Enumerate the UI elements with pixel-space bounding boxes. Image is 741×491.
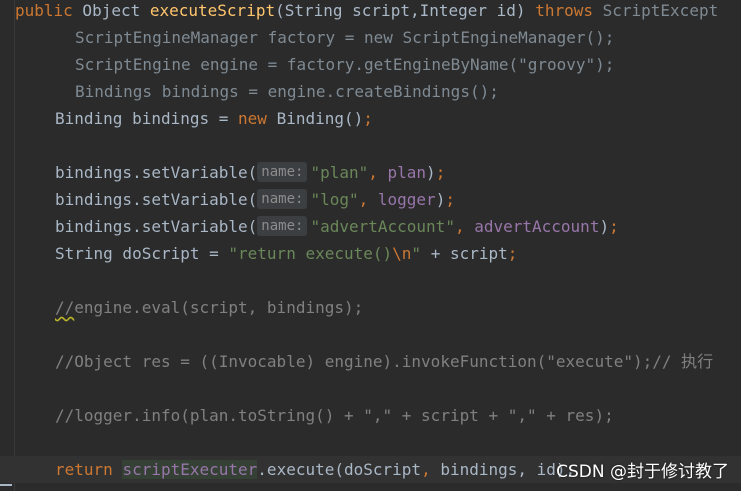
code-line-8[interactable]: bindings.setVariable(name: "advertAccount… xyxy=(0,213,741,240)
semicolon: ; xyxy=(363,109,373,128)
comma: , xyxy=(454,217,475,236)
comma: , xyxy=(368,163,388,182)
code-text: bindings.setVariable( xyxy=(55,190,258,209)
code-line-9[interactable]: String doScript = "return execute()\n" +… xyxy=(0,240,741,267)
semicolon: ; xyxy=(435,163,446,182)
closing-brace-fragment xyxy=(0,484,12,491)
method-params: (String script,Integer id) xyxy=(275,1,536,20)
comment-text: //logger.info(plan.toString() + "," + sc… xyxy=(55,406,614,425)
field-ref: plan xyxy=(387,163,427,182)
method-name: executeScript xyxy=(149,1,276,20)
semicolon: ; xyxy=(507,244,518,263)
code-text: + script xyxy=(421,244,508,263)
code-text: Binding() xyxy=(266,109,364,128)
string-literal: "log" xyxy=(310,190,359,209)
code-text: bindings xyxy=(440,460,518,479)
comma: , xyxy=(358,190,378,209)
comment-marker: // xyxy=(55,298,75,317)
keyword-throws: throws xyxy=(535,1,593,20)
param-hint: name: xyxy=(257,162,308,182)
unused-statement: ScriptEngineManager factory = new Script… xyxy=(75,28,615,47)
code-text: ) xyxy=(435,190,446,209)
exception-type: ScriptExcept xyxy=(592,1,719,20)
semicolon: ; xyxy=(609,217,619,236)
return-type: Object xyxy=(72,1,150,20)
highlighted-usage: scriptExecuter xyxy=(122,460,258,479)
code-text: ) xyxy=(599,217,610,236)
field-ref: logger xyxy=(377,190,436,209)
keyword-new: new xyxy=(238,109,267,128)
code-line-4[interactable]: Bindings bindings = engine.createBinding… xyxy=(0,78,741,105)
code-line-3[interactable]: ScriptEngine engine = factory.getEngineB… xyxy=(0,51,741,78)
escape-sequence: \n xyxy=(392,244,412,263)
code-line-5[interactable]: Binding bindings = new Binding(); xyxy=(0,105,741,132)
code-text: Binding bindings = xyxy=(55,109,239,128)
comma: , xyxy=(421,460,441,479)
comment-text: engine.eval(script, bindings); xyxy=(74,298,364,317)
code-line-12[interactable]: //logger.info(plan.toString() + "," + sc… xyxy=(0,402,741,429)
code-line-2[interactable]: ScriptEngineManager factory = new Script… xyxy=(0,24,741,51)
code-line-10[interactable]: //engine.eval(script, bindings); xyxy=(0,294,741,321)
string-literal: "plan" xyxy=(310,163,369,182)
code-text: ) xyxy=(426,163,436,182)
unused-statement: ScriptEngine engine = factory.getEngineB… xyxy=(75,55,615,74)
param-hint: name: xyxy=(257,216,308,236)
string-literal: " xyxy=(411,244,422,263)
keyword-public: public xyxy=(15,1,73,20)
code-line-1[interactable]: public Object executeScript(String scrip… xyxy=(0,0,741,24)
code-text: bindings.setVariable( xyxy=(55,217,258,236)
comment-text: //Object res = ((Invocable) engine).invo… xyxy=(55,352,714,371)
code-line-7[interactable]: bindings.setVariable(name: "log", logger)… xyxy=(0,186,741,213)
code-text: String doScript = xyxy=(55,244,229,263)
code-line-11[interactable]: //Object res = ((Invocable) engine).invo… xyxy=(0,348,741,375)
code-line-6[interactable]: bindings.setVariable(name: "plan", plan); xyxy=(0,159,741,186)
csdn-watermark: CSDN @封于修讨教了 xyxy=(556,462,729,482)
keyword-return: return xyxy=(55,460,113,479)
string-literal: "advertAccount" xyxy=(310,217,455,236)
code-text: bindings.setVariable( xyxy=(55,163,258,182)
param-hint: name: xyxy=(257,189,308,209)
code-editor[interactable]: public Object executeScript(String scrip… xyxy=(0,0,741,491)
field-ref: advertAccount xyxy=(474,217,600,236)
unused-statement: Bindings bindings = engine.createBinding… xyxy=(75,82,499,101)
string-literal: "return execute() xyxy=(228,244,393,263)
code-text: .execute(doScript xyxy=(257,460,422,479)
semicolon: ; xyxy=(445,190,455,209)
